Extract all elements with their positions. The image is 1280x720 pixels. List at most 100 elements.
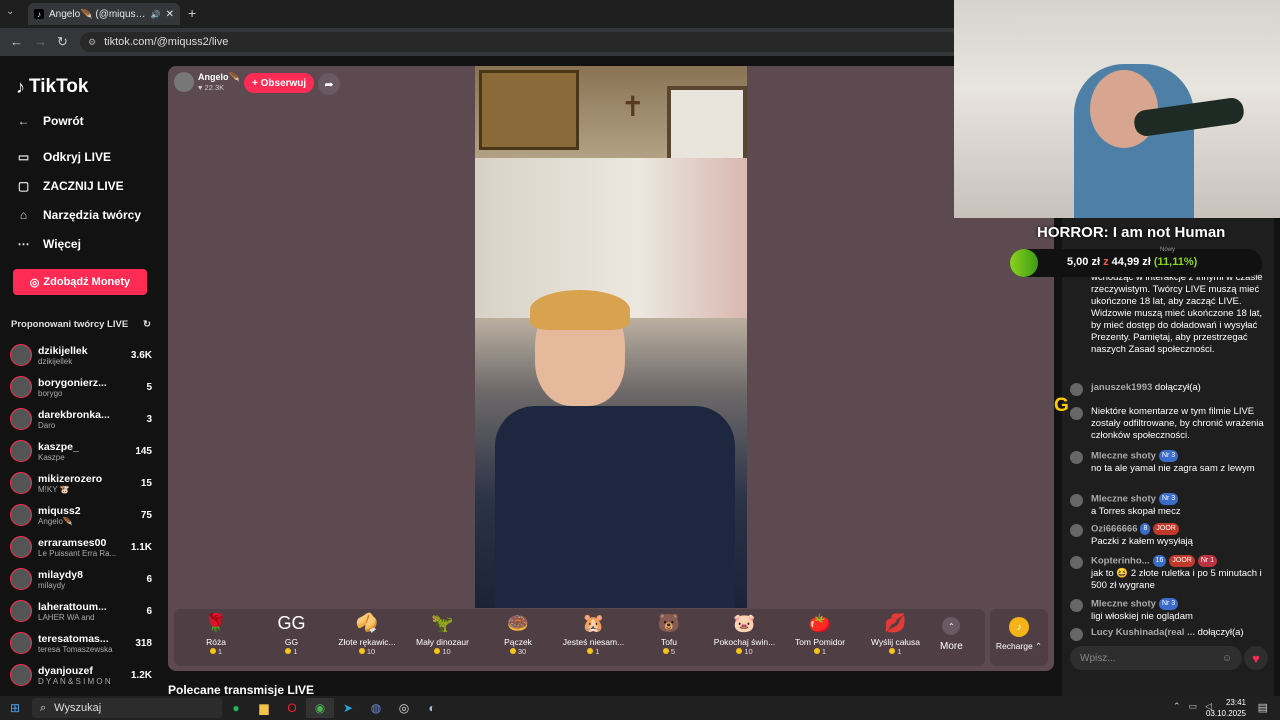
chat-text: dołączył(a) <box>1197 627 1244 638</box>
chat-body: Lucy Kushinada(real ... dołączył(a) <box>1091 627 1270 641</box>
coin-icon <box>509 648 516 654</box>
chat-avatar[interactable] <box>1070 524 1083 537</box>
nav-start-live[interactable]: ▢ ZACZNIJ LIVE <box>16 179 124 193</box>
taskbar-clock[interactable]: 23:41 03.10.2025 <box>1206 697 1246 719</box>
chrome-icon[interactable]: ◉ <box>306 698 334 718</box>
overlay-title: HORROR: I am not Human <box>1037 224 1226 241</box>
get-coins-button[interactable]: ◎ Zdobądź Monety <box>13 269 147 295</box>
chat-username[interactable]: Kopterinho... <box>1091 556 1150 567</box>
suggested-creator[interactable]: miquss2 Angelo🪶 75 <box>10 500 152 530</box>
refresh-icon[interactable]: ↻ <box>143 319 151 330</box>
nav-label: Odkryj LIVE <box>43 150 112 164</box>
level-badge: Nr 3 <box>1158 598 1179 610</box>
tab-audio-icon[interactable]: 🔊 <box>151 10 161 19</box>
tab-close-icon[interactable]: ✕ <box>166 9 174 20</box>
obs-icon[interactable]: ◎ <box>390 698 418 718</box>
gift-icon: 🐹 <box>582 613 605 633</box>
suggested-creator[interactable]: darekbronka... Daro 3 <box>10 404 152 434</box>
chat-avatar[interactable] <box>1070 494 1083 507</box>
telegram-icon[interactable]: ➤ <box>334 698 362 718</box>
suggested-creator[interactable]: milaydy8 milaydy 6 <box>10 564 152 594</box>
chat-username[interactable]: januszek1993 <box>1091 382 1152 393</box>
suggested-creator[interactable]: borygonierz... borygo 5 <box>10 372 152 402</box>
chat-avatar[interactable] <box>1070 599 1083 612</box>
nav-more[interactable]: ⋯ Więcej <box>16 237 81 251</box>
suggested-creator[interactable]: mikizerozero M!KY 🐮 15 <box>10 468 152 498</box>
follow-button[interactable]: + Obserwuj <box>244 73 315 93</box>
nav-discover-live[interactable]: ▭ Odkryj LIVE <box>16 150 111 164</box>
chat-username[interactable]: Ozi666666 <box>1091 524 1137 535</box>
suggested-creator[interactable]: erraramses00 Le Puissant Erra Ra... 1.1K <box>10 532 152 562</box>
viewer-count: 6 <box>146 605 152 617</box>
viewer-count: 1.1K <box>130 541 152 553</box>
suggested-creator[interactable]: dyanjouzef D Y A N & S I M O N 1.2K <box>10 660 152 690</box>
gift-item[interactable]: 🌹 Róża 1 <box>178 613 254 656</box>
goal-label: Nowy <box>1160 247 1176 253</box>
forward-arrow-icon[interactable]: → <box>34 34 47 49</box>
file-explorer-icon[interactable]: ▆ <box>250 698 278 718</box>
back-link[interactable]: ← Powrót <box>16 114 84 128</box>
url-field[interactable]: ⚙ tiktok.com/@miquss2/live <box>80 32 960 52</box>
discord-icon[interactable]: ◍ <box>362 698 390 718</box>
tv-icon: ▭ <box>17 150 30 164</box>
windows-start-icon[interactable]: ⊞ <box>0 701 30 715</box>
gift-item[interactable]: 🐹 Jesteś niesam... 1 <box>556 613 632 656</box>
live-video[interactable]: ✝ <box>475 66 747 608</box>
chat-username[interactable]: Mleczne shoty <box>1091 451 1156 462</box>
coin-icon <box>662 648 669 654</box>
gift-item[interactable]: 🥠 Złote rękawic... 10 <box>329 613 405 656</box>
heart-icon[interactable]: ♥ <box>1244 646 1268 670</box>
reload-icon[interactable]: ↻ <box>57 34 68 50</box>
more-gifts-button[interactable]: ⌃ More <box>940 617 963 652</box>
gift-item[interactable]: 🍅 Tom Pomidor 1 <box>782 613 858 656</box>
streamer-avatar[interactable] <box>174 72 194 92</box>
creator-sub: borygo <box>38 388 63 398</box>
back-arrow-icon[interactable]: ← <box>10 34 23 49</box>
spotify-icon[interactable]: ● <box>222 698 250 718</box>
browser-tab[interactable]: ♪ Angelo🪶 (@miquss2) prow... 🔊 ✕ <box>28 3 180 25</box>
streamer-hair <box>530 290 630 330</box>
gift-price-value: 1 <box>595 647 600 656</box>
chat-avatar[interactable] <box>1070 383 1083 396</box>
chat-avatar[interactable] <box>1070 451 1083 464</box>
gift-item[interactable]: GG GG 1 <box>254 613 330 656</box>
streamer-chip[interactable]: Angelo🪶 ♥ 22.3K <box>174 72 240 92</box>
chat-avatar[interactable] <box>1070 407 1083 420</box>
gift-item[interactable]: 🍩 Pączek 30 <box>480 613 556 656</box>
recharge-button[interactable]: ♪ Recharge ⌃ <box>990 609 1048 666</box>
gift-item[interactable]: 🐷 Pokochaj świn... 10 <box>707 613 783 656</box>
chat-avatar[interactable] <box>1070 628 1083 641</box>
tray-chevron-icon[interactable]: ⌃ <box>1173 701 1181 712</box>
recharge-label: Recharge ⌃ <box>995 641 1043 651</box>
share-icon[interactable]: ➦ <box>318 73 340 95</box>
steam-icon[interactable]: ◐ <box>418 698 446 718</box>
gift-item[interactable]: 🐻 Tofu 5 <box>631 613 707 656</box>
nav-label: Narzędzia twórcy <box>43 208 142 222</box>
chat-input[interactable]: Wpisz... ☺ <box>1070 646 1242 670</box>
site-info-icon[interactable]: ⚙ <box>88 37 96 48</box>
gift-item[interactable]: 💋 Wyślij całusa 1 <box>858 613 934 656</box>
chat-avatar[interactable] <box>1070 556 1083 569</box>
tab-search-chevron-icon[interactable]: ⌄ <box>6 6 14 17</box>
opera-icon[interactable]: O <box>278 698 306 718</box>
gift-price: 10 <box>329 647 405 656</box>
creator-avatar <box>10 632 32 654</box>
suggested-creator[interactable]: kaszpe_ Kaszpe 145 <box>10 436 152 466</box>
network-icon[interactable]: ▭ <box>1189 701 1198 712</box>
chat-username[interactable]: Mleczne shoty <box>1091 599 1156 610</box>
suggested-creator[interactable]: laherattoum... LAHER WA and 6 <box>10 596 152 626</box>
suggested-creator[interactable]: dzikijellek dzikijellek 3.6K <box>10 340 152 370</box>
nav-creator-tools[interactable]: ⌂ Narzędzia twórcy <box>16 208 141 222</box>
gift-item[interactable]: 🦖 Mały dinozaur 10 <box>405 613 481 656</box>
creator-name: milaydy8 <box>38 568 83 581</box>
notification-icon[interactable]: ▤ <box>1258 701 1268 714</box>
taskbar-search[interactable]: ⌕ Wyszukaj <box>32 698 222 718</box>
emoji-icon[interactable]: ☺ <box>1222 653 1232 664</box>
tiktok-logo[interactable]: ♪ TikTok <box>16 76 88 98</box>
chat-username[interactable]: Lucy Kushinada(real ... <box>1091 627 1195 638</box>
coin-icon <box>813 648 820 654</box>
new-tab-button[interactable]: + <box>188 5 196 21</box>
chat-username[interactable]: Mleczne shoty <box>1091 494 1156 505</box>
suggested-creator[interactable]: teresatomas... teresa Tomaszewska 318 <box>10 628 152 658</box>
creator-avatar <box>10 440 32 462</box>
